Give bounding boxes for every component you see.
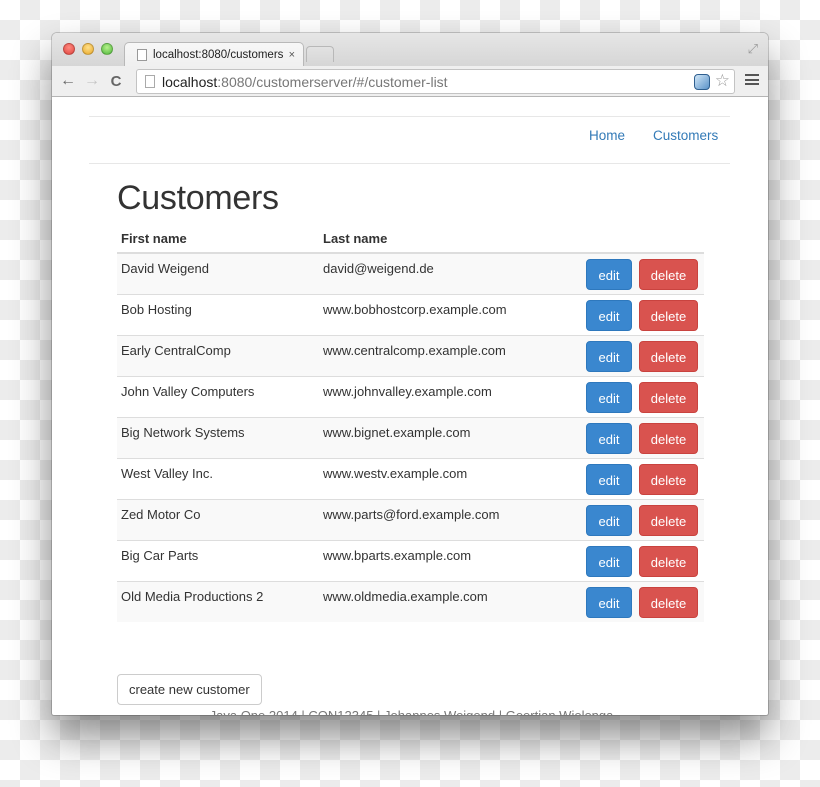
cell-last-name: www.bobhostcorp.example.com xyxy=(319,293,559,335)
cell-first-name: John Valley Computers xyxy=(117,375,319,417)
delete-button[interactable]: delete xyxy=(639,259,698,290)
cell-last-name: www.johnvalley.example.com xyxy=(319,375,559,417)
create-new-customer-button[interactable]: create new customer xyxy=(117,674,262,705)
window-controls xyxy=(63,43,113,55)
new-tab-button[interactable] xyxy=(306,46,334,62)
delete-button[interactable]: delete xyxy=(639,381,698,413)
header-first-name: First name xyxy=(117,224,319,254)
header-actions xyxy=(559,224,704,254)
address-bar[interactable]: localhost:8080/customerserver/#/customer… xyxy=(136,69,735,94)
table-row: David Weigend david@weigend.de edit delete xyxy=(117,253,704,294)
delete-button[interactable]: delete xyxy=(639,545,698,577)
cell-actions: edit delete xyxy=(559,334,704,376)
table-row: Bob Hosting www.bobhostcorp.example.com ed… xyxy=(117,293,704,335)
navbar: Home Customers xyxy=(89,116,730,164)
edit-button[interactable]: edit xyxy=(586,340,632,372)
cell-first-name: Bob Hosting xyxy=(117,293,319,335)
extension-cube-icon[interactable] xyxy=(694,74,710,90)
edit-button[interactable]: edit xyxy=(586,422,632,454)
page-icon xyxy=(137,49,147,61)
close-tab-icon[interactable]: × xyxy=(289,49,295,61)
cell-last-name: www.bignet.example.com xyxy=(319,416,559,458)
cell-actions: edit delete xyxy=(559,539,704,581)
cell-first-name: Early CentralComp xyxy=(117,334,319,376)
cell-actions: edit delete xyxy=(559,457,704,499)
back-arrow-icon[interactable]: ← xyxy=(56,72,80,90)
cell-last-name: www.parts@ford.example.com xyxy=(319,498,559,540)
edit-button[interactable]: edit xyxy=(586,463,632,495)
tab-title: localhost:8080/customers xyxy=(153,49,284,61)
cell-first-name: Zed Motor Co xyxy=(117,498,319,540)
cell-actions: edit delete xyxy=(559,293,704,335)
reload-icon[interactable]: C xyxy=(104,73,128,90)
edit-button[interactable]: edit xyxy=(586,586,632,618)
table-row: John Valley Computers www.johnvalley.exam… xyxy=(117,375,704,417)
cell-last-name: www.centralcomp.example.com xyxy=(319,334,559,376)
delete-button[interactable]: delete xyxy=(639,340,698,372)
cell-first-name: Old Media Productions 2 xyxy=(117,580,319,622)
url-host: localhost xyxy=(162,73,218,90)
title-bar: localhost:8080/customers × ⤢ xyxy=(52,33,768,67)
table-header-row: First name Last name xyxy=(117,224,704,254)
customer-table: First name Last name David Weigend david@… xyxy=(117,224,704,622)
cell-actions: edit delete xyxy=(559,580,704,622)
url-path: :8080/customerserver/#/customer-list xyxy=(217,73,448,90)
edit-button[interactable]: edit xyxy=(586,299,632,331)
delete-button[interactable]: delete xyxy=(639,586,698,618)
fullscreen-icon[interactable]: ⤢ xyxy=(748,41,758,57)
cell-actions: edit delete xyxy=(559,498,704,540)
table-row: Old Media Productions 2 www.oldmedia.exam… xyxy=(117,580,704,622)
page-title: Customers xyxy=(117,179,279,217)
edit-button[interactable]: edit xyxy=(586,504,632,536)
cell-last-name: david@weigend.de xyxy=(319,253,559,294)
table-row: Big Network Systems www.bignet.example.co… xyxy=(117,416,704,458)
zoom-window-button[interactable] xyxy=(101,43,113,55)
table-row: Big Car Parts www.bparts.example.com edit d… xyxy=(117,539,704,581)
delete-button[interactable]: delete xyxy=(639,504,698,536)
cell-last-name: www.oldmedia.example.com xyxy=(319,580,559,622)
cell-actions: edit delete xyxy=(559,416,704,458)
cell-first-name: David Weigend xyxy=(117,253,319,294)
cell-actions: edit delete xyxy=(559,375,704,417)
page-icon xyxy=(145,75,155,88)
table-row: West Valley Inc. www.westv.example.com edi… xyxy=(117,457,704,499)
forward-arrow-icon[interactable]: → xyxy=(80,72,104,90)
nav-link-customers[interactable]: Customers xyxy=(653,128,718,143)
delete-button[interactable]: delete xyxy=(639,422,698,454)
delete-button[interactable]: delete xyxy=(639,299,698,331)
browser-window: localhost:8080/customers × ⤢ ← → C local… xyxy=(52,33,768,715)
close-window-button[interactable] xyxy=(63,43,75,55)
page-content: Home Customers Customers First name Last… xyxy=(52,97,768,715)
browser-tab[interactable]: localhost:8080/customers × xyxy=(124,42,304,67)
bookmark-star-icon[interactable]: ☆ xyxy=(715,71,730,91)
cell-last-name: www.westv.example.com xyxy=(319,457,559,499)
edit-button[interactable]: edit xyxy=(586,545,632,577)
delete-button[interactable]: delete xyxy=(639,463,698,495)
table-row: Early CentralComp www.centralcomp.example… xyxy=(117,334,704,376)
footer-text: Java One 2014 | CON12345 | Johannes Weig… xyxy=(52,708,768,715)
header-last-name: Last name xyxy=(319,224,559,254)
minimize-window-button[interactable] xyxy=(82,43,94,55)
table-row: Zed Motor Co www.parts@ford.example.com ed… xyxy=(117,498,704,540)
cell-last-name: www.bparts.example.com xyxy=(319,539,559,581)
hamburger-menu-icon[interactable] xyxy=(745,74,759,85)
edit-button[interactable]: edit xyxy=(586,259,632,290)
cell-actions: edit delete xyxy=(559,253,704,294)
cell-first-name: Big Car Parts xyxy=(117,539,319,581)
edit-button[interactable]: edit xyxy=(586,381,632,413)
nav-link-home[interactable]: Home xyxy=(589,128,625,143)
cell-first-name: West Valley Inc. xyxy=(117,457,319,499)
cell-first-name: Big Network Systems xyxy=(117,416,319,458)
browser-toolbar: ← → C localhost:8080/customerserver/#/cu… xyxy=(52,66,768,97)
